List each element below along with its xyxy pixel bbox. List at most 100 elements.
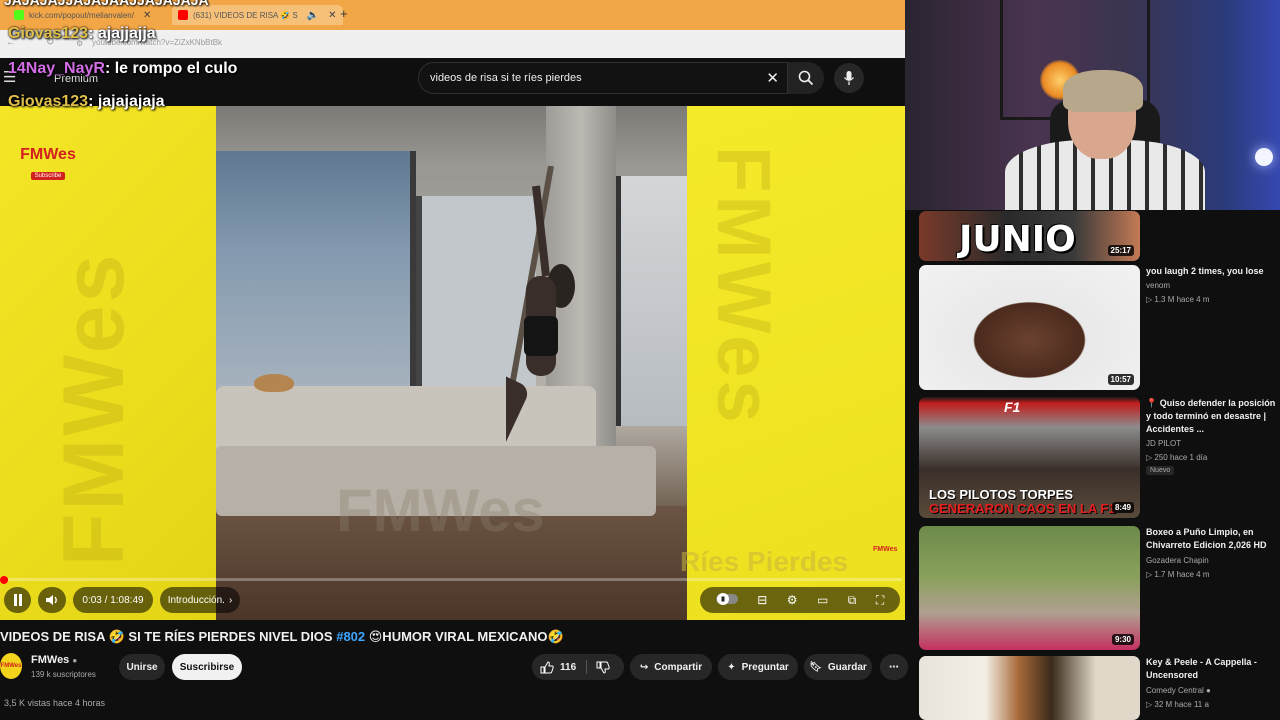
recommended-channel[interactable]: Gozadera Chapin: [1146, 556, 1209, 565]
chat-message: 14Nay_NayR: le rompo el culo: [8, 60, 238, 77]
search-input[interactable]: videos de risa si te ríes pierdes: [430, 72, 582, 84]
youtube-favicon-icon: [178, 10, 188, 20]
ask-button[interactable]: ✦ Preguntar: [718, 654, 798, 680]
recommended-channel[interactable]: JD PILOT: [1146, 439, 1181, 448]
close-tab-icon[interactable]: ✕: [143, 10, 151, 21]
browser-tab-youtube[interactable]: (631) VIDEOS DE RISA 🤣 S 🔈 ✕: [172, 5, 343, 25]
chat-message: Giovas123: ajajjajja: [8, 25, 156, 42]
new-tab-icon[interactable]: +: [340, 6, 348, 21]
bookmark-icon: 🔖︎: [809, 661, 822, 673]
thumbs-up-icon: [540, 660, 554, 673]
video-player[interactable]: FMWes Subscribe FMWes FMWes FMWes Ríes P…: [0, 106, 905, 620]
duration-badge: 25:17: [1107, 245, 1134, 256]
share-icon: ↪: [639, 661, 649, 673]
video-frame-scene: FMWes: [216, 106, 687, 620]
recommended-video[interactable]: JUNIO 25:17: [919, 211, 1280, 261]
recommended-video[interactable]: 10:57 you laugh 2 times, you lose venom …: [919, 265, 1280, 390]
theater-mode-icon[interactable]: ▭: [817, 593, 828, 607]
recommended-title[interactable]: Key & Peele - A Cappella - Uncensored: [1146, 656, 1280, 682]
recommended-title[interactable]: 📍 Quiso defender la posición y todo term…: [1146, 397, 1280, 436]
duration-badge: 9:30: [1111, 634, 1134, 645]
more-horizontal-icon: ⋯: [889, 661, 899, 673]
screen: kick.com/popout/melianvalen/ ✕ (631) VID…: [0, 0, 1280, 720]
microphone-icon: [843, 71, 855, 85]
volume-button[interactable]: [38, 587, 66, 613]
mute-tab-icon[interactable]: 🔈: [307, 10, 319, 21]
pause-button[interactable]: [4, 587, 31, 613]
thumbnail-text: LOS PILOTOS TORPES: [929, 487, 1073, 502]
video-watermark: FMWes: [336, 477, 545, 544]
search-button[interactable]: [788, 62, 824, 94]
recommended-meta: ▷ 250 hace 1 día: [1146, 453, 1208, 462]
recommended-channel[interactable]: Comedy Central ●: [1146, 686, 1211, 695]
view-count: 3,5 K vistas hace 4 horas: [4, 698, 106, 708]
streamer-webcam: [905, 0, 1280, 210]
channel-avatar[interactable]: FMWes: [0, 653, 22, 679]
cat-figure: [254, 374, 294, 392]
progress-scrubber[interactable]: [0, 576, 8, 584]
search-box[interactable]: videos de risa si te ríes pierdes ✕: [418, 62, 788, 94]
overlay-caption: Ríes Pierdes: [680, 546, 849, 577]
video-thumbnail[interactable]: F1 LOS PILOTOS TORPES GENERARON CAOS EN …: [919, 397, 1140, 518]
chat-username: Giovas123: [8, 25, 89, 42]
tab-label: (631) VIDEOS DE RISA 🤣 S: [193, 10, 298, 20]
recommended-title[interactable]: Boxeo a Puño Limpio, en Chivarreto Edici…: [1146, 526, 1280, 552]
more-actions-button[interactable]: ⋯: [880, 654, 908, 680]
settings-gear-icon[interactable]: ⚙: [787, 593, 798, 607]
recommended-title[interactable]: you laugh 2 times, you lose: [1146, 265, 1280, 278]
video-thumbnail[interactable]: 9:30: [919, 526, 1140, 650]
video-thumbnail[interactable]: 10:57: [919, 265, 1140, 390]
progress-bar[interactable]: [4, 578, 902, 581]
left-brand-panel: FMWes Subscribe FMWes: [0, 106, 216, 620]
browser-tab-kick[interactable]: kick.com/popout/melianvalen/ ✕: [8, 5, 157, 25]
verified-icon: ●: [1206, 686, 1211, 695]
like-button[interactable]: 116: [540, 660, 577, 674]
subtitles-icon[interactable]: ⊟: [757, 593, 767, 607]
autoplay-toggle[interactable]: [715, 592, 738, 608]
watermark-text-right: FMWes: [701, 146, 786, 426]
recommended-video[interactable]: Key & Peele - A Cappella - Uncensored Co…: [919, 656, 1280, 720]
video-title: VIDEOS DE RISA 🤣 SI TE RÍES PIERDES NIVE…: [0, 629, 564, 644]
hashtag-link[interactable]: #802: [336, 629, 365, 644]
volume-icon: [46, 595, 57, 605]
join-button[interactable]: Unirse: [119, 654, 165, 680]
chapter-label: Introducción.: [167, 594, 225, 606]
new-badge: Nuevo: [1146, 466, 1175, 475]
subscribe-button[interactable]: Suscribirse: [172, 654, 242, 680]
recommended-video[interactable]: F1 LOS PILOTOS TORPES GENERARON CAOS EN …: [919, 397, 1280, 518]
share-button[interactable]: ↪ Compartir: [630, 654, 712, 680]
channel-watermark-logo[interactable]: FMWes Subscribe: [12, 146, 84, 186]
recommended-meta: ▷ 32 M hace 11 a: [1146, 700, 1209, 709]
dancer-figure: [506, 166, 575, 457]
recommended-channel[interactable]: venom: [1146, 281, 1170, 290]
f1-logo-icon: F1: [1004, 399, 1021, 415]
like-count: 116: [560, 661, 577, 673]
chat-message: Giovas123: jajajajaja: [8, 93, 165, 110]
like-dislike-group: 116: [532, 654, 624, 680]
fullscreen-icon[interactable]: ⛶: [876, 593, 884, 608]
time-display: 0:03 / 1:08:49: [73, 587, 153, 613]
save-button[interactable]: 🔖︎ Guardar: [804, 654, 872, 680]
close-tab-icon[interactable]: ✕: [328, 10, 336, 21]
voice-search-button[interactable]: [834, 63, 864, 93]
logo-text: FMWes: [20, 146, 76, 163]
dislike-button[interactable]: [596, 661, 610, 677]
video-thumbnail[interactable]: JUNIO 25:17: [919, 211, 1140, 261]
recommended-meta: ▷ 1.3 M hace 4 m: [1146, 295, 1210, 304]
watermark-text: FMWes: [46, 251, 142, 566]
duration-badge: 10:57: [1107, 374, 1134, 385]
subscribe-badge: Subscribe: [30, 172, 66, 180]
video-thumbnail[interactable]: [919, 656, 1140, 720]
search-icon: [798, 70, 814, 86]
chapter-button[interactable]: Introducción. ›: [160, 587, 240, 613]
chevron-right-icon: ›: [228, 594, 233, 606]
subscriber-count: 139 k suscriptores: [31, 670, 96, 679]
clear-search-icon[interactable]: ✕: [766, 69, 779, 87]
recommended-video[interactable]: 9:30 Boxeo a Puño Limpio, en Chivarreto …: [919, 526, 1280, 650]
kick-favicon-icon: [14, 10, 24, 20]
recommended-meta: ▷ 1.7 M hace 4 m: [1146, 570, 1210, 579]
cast-icon[interactable]: ⧉: [848, 593, 857, 608]
thumbnail-text: GENERARON CAOS EN LA F1: [929, 501, 1116, 516]
sparkle-icon: ✦: [727, 661, 736, 673]
channel-name[interactable]: FMWes ●: [31, 654, 77, 666]
